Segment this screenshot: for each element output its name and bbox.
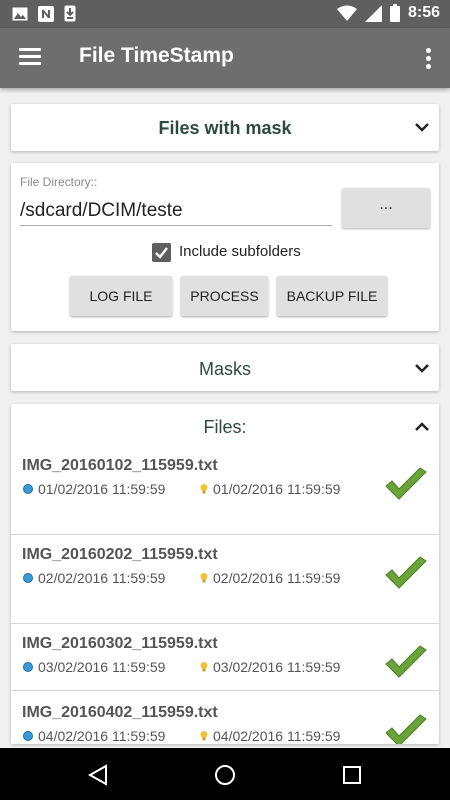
check-icon <box>385 714 427 744</box>
modified-timestamp: 02/02/2016 11:59:59 <box>200 570 340 586</box>
created-dot-icon <box>23 484 33 494</box>
modified-time: 02/02/2016 11:59:59 <box>213 570 341 586</box>
modified-time: 03/02/2016 11:59:59 <box>213 659 341 675</box>
directory-card: File Directory:: ... Include subfolders … <box>11 163 439 331</box>
download-icon <box>64 5 76 22</box>
modified-time: 01/02/2016 11:59:59 <box>213 481 341 497</box>
created-time: 04/02/2016 11:59:59 <box>38 728 166 744</box>
file-name: IMG_20160302_115959.txt <box>22 635 218 652</box>
file-name: IMG_20160402_115959.txt <box>22 704 218 721</box>
modified-timestamp: 04/02/2016 11:59:59 <box>200 728 340 744</box>
n-icon <box>38 5 54 22</box>
file-row[interactable]: IMG_20160302_115959.txt 03/02/2016 11:59… <box>11 635 439 691</box>
file-row[interactable]: IMG_20160102_115959.txt 01/02/2016 11:59… <box>11 457 439 535</box>
created-timestamp: 01/02/2016 11:59:59 <box>23 481 165 497</box>
screen: 8:56 File TimeStamp Files with mask File… <box>0 0 450 800</box>
files-with-mask-title: Files with mask <box>158 118 292 138</box>
signal-icon <box>364 4 382 22</box>
files-card: Files: IMG_20160102_115959.txt 01/02/201… <box>11 404 439 744</box>
app-bar: File TimeStamp <box>0 28 450 88</box>
file-row[interactable]: IMG_20160402_115959.txt 04/02/2016 11:59… <box>11 704 439 744</box>
file-directory-input[interactable] <box>20 197 332 226</box>
file-row[interactable]: IMG_20160202_115959.txt 02/02/2016 11:59… <box>11 546 439 624</box>
status-time: 8:56 <box>407 4 440 21</box>
created-timestamp: 02/02/2016 11:59:59 <box>23 570 165 586</box>
created-dot-icon <box>23 662 33 672</box>
recents-icon[interactable] <box>341 764 363 786</box>
chevron-down-icon[interactable] <box>415 122 429 132</box>
home-icon[interactable] <box>214 764 236 786</box>
hamburger-icon[interactable] <box>19 48 41 66</box>
modified-time: 04/02/2016 11:59:59 <box>213 728 341 744</box>
file-name: IMG_20160202_115959.txt <box>22 546 218 563</box>
files-with-mask-header[interactable]: Files with mask <box>11 104 439 151</box>
process-button[interactable]: PROCESS <box>181 276 268 316</box>
more-vertical-icon[interactable] <box>426 48 432 69</box>
image-icon <box>12 7 28 20</box>
status-bar: 8:56 <box>0 0 450 28</box>
navigation-bar <box>0 748 450 800</box>
created-timestamp: 04/02/2016 11:59:59 <box>23 728 165 744</box>
created-timestamp: 03/02/2016 11:59:59 <box>23 659 165 675</box>
created-time: 01/02/2016 11:59:59 <box>38 481 166 497</box>
include-subfolders-checkbox[interactable] <box>152 243 171 262</box>
log-file-button[interactable]: LOG FILE <box>70 276 172 316</box>
modified-timestamp: 01/02/2016 11:59:59 <box>200 481 340 497</box>
check-icon <box>385 645 427 678</box>
check-icon <box>385 467 427 500</box>
file-directory-label: File Directory:: <box>20 175 98 189</box>
back-icon[interactable] <box>87 764 109 786</box>
chevron-down-icon[interactable] <box>415 363 429 373</box>
wifi-icon <box>336 5 357 21</box>
app-title: File TimeStamp <box>79 44 234 67</box>
bulb-icon <box>200 662 208 672</box>
bulb-icon <box>200 573 208 583</box>
bulb-icon <box>200 484 208 494</box>
created-dot-icon <box>23 731 33 741</box>
created-dot-icon <box>23 573 33 583</box>
check-icon <box>385 556 427 589</box>
masks-header[interactable]: Masks <box>11 344 439 391</box>
battery-icon <box>389 4 400 22</box>
modified-timestamp: 03/02/2016 11:59:59 <box>200 659 340 675</box>
chevron-up-icon[interactable] <box>415 422 429 432</box>
browse-button[interactable]: ... <box>342 188 430 228</box>
created-time: 02/02/2016 11:59:59 <box>38 570 166 586</box>
created-time: 03/02/2016 11:59:59 <box>38 659 166 675</box>
files-title: Files: <box>203 417 247 437</box>
file-name: IMG_20160102_115959.txt <box>22 457 218 474</box>
backup-file-button[interactable]: BACKUP FILE <box>277 276 387 316</box>
bulb-icon <box>200 731 208 741</box>
include-subfolders-label: Include subfolders <box>179 243 301 260</box>
masks-title: Masks <box>198 359 251 379</box>
